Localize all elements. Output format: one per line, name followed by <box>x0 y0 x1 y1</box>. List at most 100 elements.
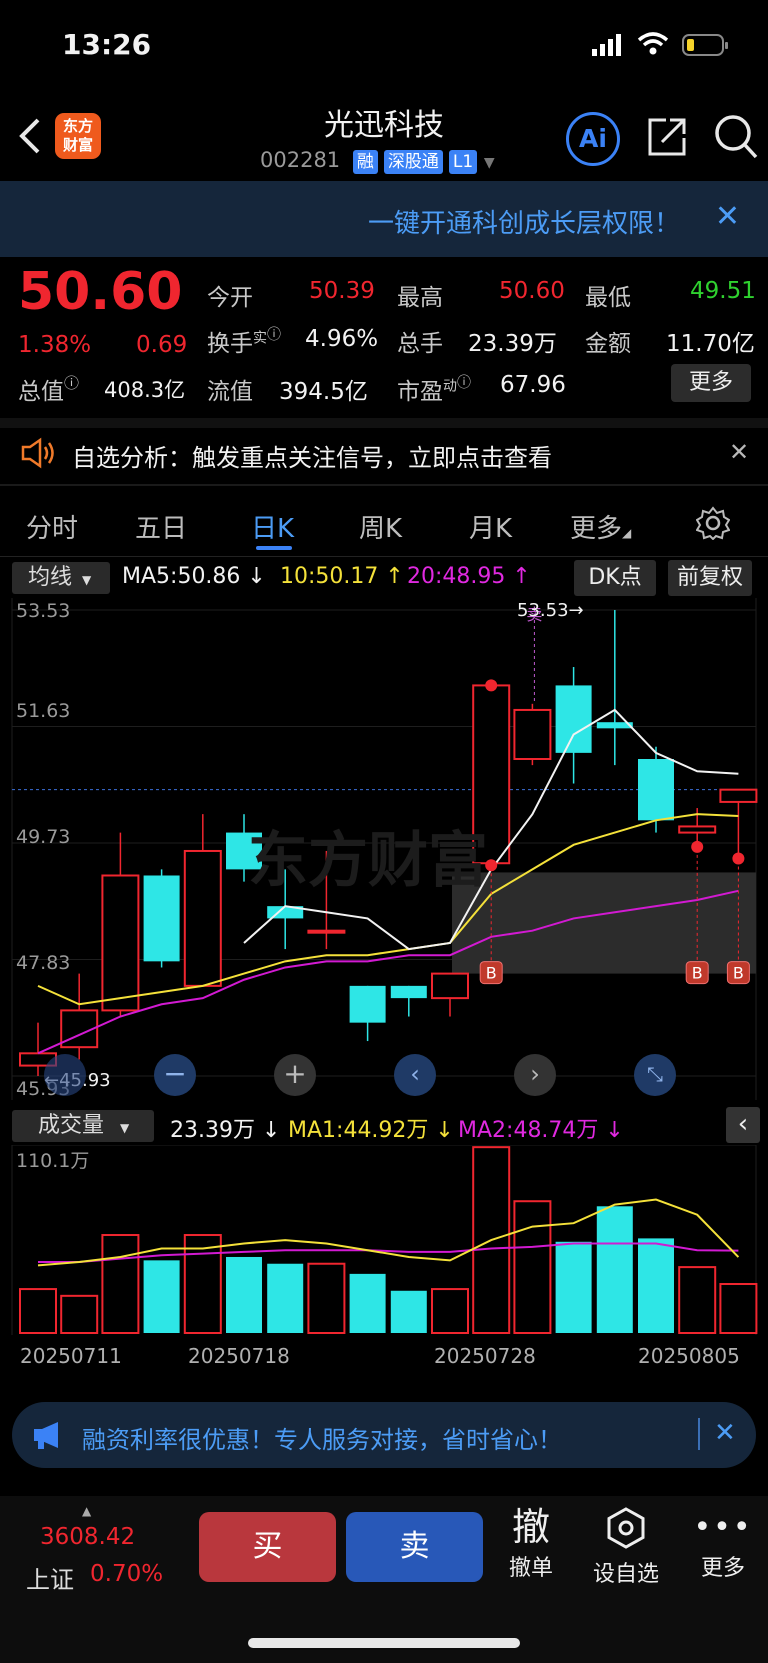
tab-more-label: 更多 <box>570 514 623 544</box>
fullscreen-button[interactable]: ⤡ <box>634 1054 676 1096</box>
ma-selector-label: 均线 <box>28 565 73 590</box>
volume-bar <box>143 1260 180 1333</box>
mktcap-label: 总值ⓘ <box>18 372 79 406</box>
ma10-readout: 10:50.17 ↑ <box>280 564 404 589</box>
megaphone-icon <box>32 1420 64 1454</box>
add-watchlist-button[interactable]: 设自选 <box>586 1506 666 1588</box>
turnover-label: 换手实ⓘ <box>207 324 281 358</box>
zoom-in-button[interactable]: + <box>274 1054 316 1096</box>
low-value: 49.51 <box>690 278 756 304</box>
mktcap-label-text: 总值 <box>18 379 64 405</box>
next-button[interactable]: › <box>514 1054 556 1096</box>
promo-bottom-text: 融资利率很优惠！专人服务对接，省时省心！ <box>82 1426 562 1454</box>
active-tab-indicator <box>256 546 292 550</box>
promo-top-banner[interactable]: 一键开通科创成长层权限！ ✕ <box>0 181 768 257</box>
vol-ma1-text: MA1:44.92万 <box>288 1118 429 1143</box>
triangle-icon: ◢ <box>622 526 632 540</box>
volume-bar <box>638 1238 674 1333</box>
vol-ma1-readout: MA1:44.92万 ↓ <box>288 1118 454 1143</box>
watch-label: 设自选 <box>592 1562 659 1587</box>
volume-chart[interactable] <box>0 1145 768 1335</box>
volume-label: 总手 <box>397 331 443 357</box>
tab-more[interactable]: 更多◢ <box>570 508 631 545</box>
scroll-left-button[interactable] <box>44 1054 86 1096</box>
promo-bottom-banner[interactable]: 融资利率很优惠！专人服务对接，省时省心！ ✕ <box>12 1402 756 1468</box>
volume-bar <box>60 1294 99 1334</box>
prev-button[interactable]: ‹ <box>394 1054 436 1096</box>
tab-weekly-k[interactable]: 周K <box>359 508 402 545</box>
alert-text[interactable]: 自选分析：触发重点关注信号，立即点击查看 <box>72 438 552 473</box>
low-label: 最低 <box>585 285 631 311</box>
volume-bar <box>307 1262 346 1334</box>
tab-daily-k[interactable]: 日K <box>251 508 294 545</box>
cancel-order-button[interactable]: 撤 撤单 <box>498 1504 564 1582</box>
volume-bar <box>555 1241 592 1333</box>
speaker-icon <box>20 437 56 473</box>
divider <box>698 1418 700 1450</box>
ma-selector[interactable]: 均线 ▼ <box>12 562 110 594</box>
amount-value: 11.70亿 <box>666 331 755 357</box>
up-arrow-icon: ▲ <box>82 1504 92 1518</box>
volume-selector[interactable]: 成交量 ▼ <box>12 1110 154 1142</box>
date-label-3: 20250728 <box>434 1344 536 1368</box>
volume-readout: 23.39万 ↓ <box>170 1118 281 1143</box>
tab-monthly-k[interactable]: 月K <box>469 508 512 545</box>
volume-bar <box>678 1266 717 1334</box>
dk-label: DK点 <box>588 565 642 590</box>
volume-bar <box>183 1234 222 1334</box>
info-icon[interactable]: ⓘ <box>64 374 79 392</box>
tag-connect: 深股通 <box>383 150 443 174</box>
volume-bar <box>719 1283 758 1335</box>
fq-button[interactable]: 前复权 <box>668 560 752 596</box>
pe-label-text: 市盈 <box>397 379 443 405</box>
ma5-text: MA5:50.86 <box>122 564 241 589</box>
pe-value: 67.96 <box>500 372 566 398</box>
volume-bar <box>513 1200 552 1334</box>
volume-bar <box>19 1288 57 1334</box>
divider <box>0 556 768 557</box>
collapse-button[interactable]: ‹ <box>726 1107 760 1143</box>
tab-intraday[interactable]: 分时 <box>26 508 78 545</box>
close-icon[interactable]: ✕ <box>729 438 749 466</box>
tab-5day[interactable]: 五日 <box>135 508 187 545</box>
volume-selector-label: 成交量 <box>38 1113 105 1138</box>
cancel-icon: 撤 <box>511 1505 550 1549</box>
index-value[interactable]: 3608.42 <box>40 1524 135 1550</box>
more-quote-button[interactable]: 更多 <box>671 364 751 402</box>
close-icon[interactable]: ✕ <box>715 199 740 234</box>
date-label-4: 20250805 <box>638 1344 740 1368</box>
battery-icon <box>682 34 728 62</box>
dk-button[interactable]: DK点 <box>574 560 656 596</box>
high-annotation: 53.53→ <box>517 600 584 621</box>
candle-body <box>101 874 140 1012</box>
vol-ma2-text: MA2:48.74万 <box>458 1118 599 1143</box>
info-icon[interactable]: ⓘ <box>457 375 471 391</box>
share-icon[interactable] <box>646 116 688 162</box>
buy-button[interactable]: 买 <box>199 1512 336 1582</box>
turnover-value: 4.96% <box>305 326 379 352</box>
b-marker-dot <box>691 840 704 853</box>
last-price: 50.60 <box>18 262 183 322</box>
chevron-down-icon[interactable]: ▼ <box>484 155 495 171</box>
ai-label: Ai <box>579 124 607 153</box>
settings-icon[interactable] <box>695 506 731 544</box>
change-pct: 1.38% <box>18 332 92 358</box>
candle-body <box>390 985 427 999</box>
candle-body <box>719 788 758 803</box>
volume-bar <box>101 1234 140 1334</box>
volume-bar <box>431 1288 469 1334</box>
zoom-out-button[interactable]: − <box>154 1054 196 1096</box>
open-label: 今开 <box>207 285 253 311</box>
stock-code: 002281 <box>260 148 341 172</box>
turnover-label-text: 换手 <box>207 331 253 357</box>
home-indicator <box>248 1638 520 1648</box>
close-icon[interactable]: ✕ <box>714 1418 736 1448</box>
info-icon[interactable]: ⓘ <box>267 327 281 343</box>
sell-button[interactable]: 卖 <box>346 1512 483 1582</box>
index-name: 上证 <box>26 1566 74 1594</box>
search-icon[interactable] <box>714 114 758 164</box>
more-button[interactable]: ••• 更多 <box>690 1506 756 1582</box>
ai-button[interactable]: Ai <box>566 112 620 166</box>
volume-bar <box>596 1206 633 1333</box>
b-marker-label: B <box>692 964 703 983</box>
